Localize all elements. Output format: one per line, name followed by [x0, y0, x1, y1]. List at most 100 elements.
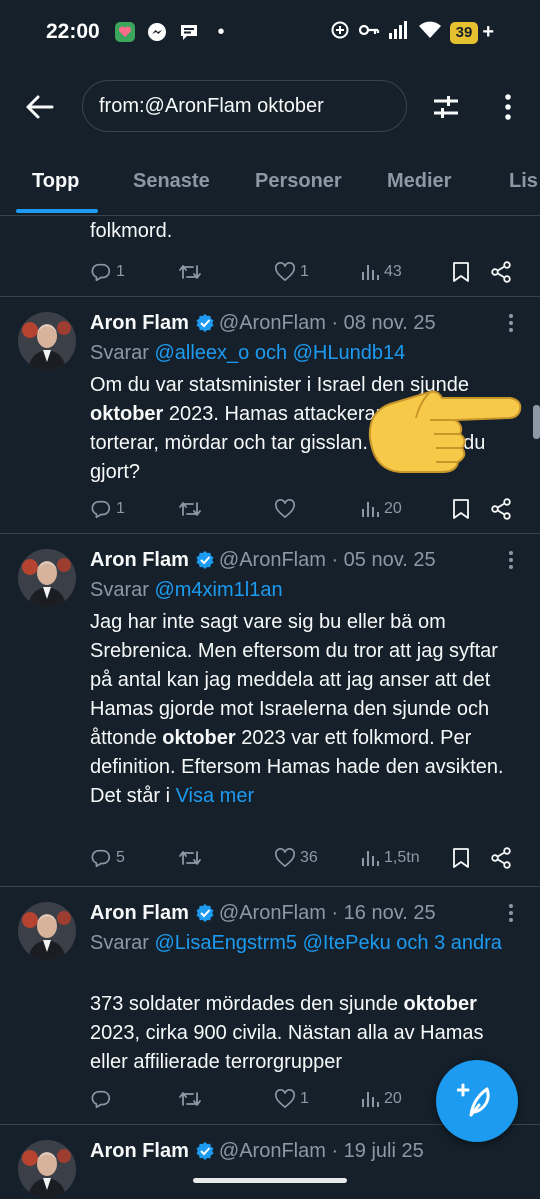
reply-prefix: Svarar: [90, 342, 155, 364]
bookmark-icon: [453, 262, 469, 282]
tweet-header: Aron Flam @AronFlam · 19 juli 25: [90, 1137, 424, 1165]
compose-icon: [457, 1083, 490, 1117]
tweet-header: Aron Flam @AronFlam · 05 nov. 25: [90, 546, 436, 574]
views-count: 20: [384, 500, 402, 517]
tab-senaste[interactable]: Senaste: [133, 170, 210, 193]
battery-charging: +: [482, 21, 494, 43]
like-button[interactable]: 1: [274, 1085, 309, 1113]
reply-mentions[interactable]: @m4xim1l1an: [154, 579, 282, 601]
more-vertical-icon[interactable]: [496, 91, 520, 123]
reply-context: Svarar @LisaEngstrm5 @ItePeku och 3 andr…: [90, 929, 510, 958]
avatar[interactable]: [18, 902, 76, 960]
share-icon: [491, 847, 511, 869]
scrollbar-thumb[interactable]: [533, 405, 540, 439]
notification-icons: •: [114, 21, 232, 43]
like-icon: [275, 262, 295, 282]
back-arrow-icon[interactable]: [22, 91, 58, 123]
repost-button[interactable]: [178, 258, 206, 286]
show-more-link[interactable]: Visa mer: [176, 785, 255, 807]
like-count: 1: [300, 263, 309, 280]
repost-icon: [179, 1092, 201, 1106]
tweet-text-highlight: oktober: [90, 403, 164, 425]
tab-topp[interactable]: Topp: [32, 170, 79, 193]
like-icon: [275, 848, 295, 868]
status-time: 22:00: [46, 20, 100, 43]
tweet-text-part: 2023, cirka 900 civila. Nästan alla av H…: [90, 1022, 484, 1073]
previous-tweet-actions: 1 1 43: [90, 258, 520, 286]
reply-count: 1: [116, 500, 125, 517]
status-bar: 22:00 • 39 +: [0, 0, 540, 68]
views-icon: [362, 1092, 379, 1107]
avatar[interactable]: [18, 312, 76, 370]
reply-button[interactable]: 1: [90, 495, 125, 523]
share-button[interactable]: [490, 495, 512, 523]
tweet-more-icon[interactable]: [502, 899, 520, 927]
author-name[interactable]: Aron Flam: [90, 549, 189, 572]
views-button[interactable]: 43: [360, 258, 402, 286]
bookmark-icon: [453, 499, 469, 519]
verified-badge-icon: [195, 313, 215, 333]
wifi-icon: [418, 20, 442, 45]
health-app-icon: [114, 21, 136, 43]
reply-prefix: Svarar: [90, 932, 155, 954]
verified-badge-icon: [195, 903, 215, 923]
share-button[interactable]: [490, 258, 512, 286]
repost-icon: [179, 265, 201, 279]
repost-icon: [179, 502, 201, 516]
repost-button[interactable]: [178, 495, 206, 523]
system-icons: 39 +: [330, 20, 494, 45]
bookmark-icon: [453, 848, 469, 868]
bookmark-button[interactable]: [452, 495, 470, 523]
tweet-text-part: 373 soldater mördades den sjunde: [90, 993, 404, 1015]
search-input[interactable]: from:@AronFlam oktober: [82, 80, 407, 132]
like-button[interactable]: [274, 495, 300, 523]
author-name[interactable]: Aron Flam: [90, 902, 189, 925]
author-handle-date: @AronFlam · 05 nov. 25: [218, 548, 436, 571]
home-indicator[interactable]: [193, 1178, 347, 1183]
reply-icon: [91, 1090, 111, 1109]
message-icon: [178, 21, 200, 43]
share-button[interactable]: [490, 844, 512, 872]
reply-button[interactable]: 5: [90, 844, 125, 872]
search-header: from:@AronFlam oktober: [0, 78, 540, 136]
like-button[interactable]: 1: [274, 258, 309, 286]
tweet-more-icon[interactable]: [502, 546, 520, 574]
avatar[interactable]: [18, 549, 76, 607]
tab-personer[interactable]: Personer: [255, 170, 342, 193]
views-count: 1,5tn: [384, 849, 420, 866]
like-icon: [275, 499, 295, 519]
views-button[interactable]: 20: [360, 495, 402, 523]
tweet-text-highlight: oktober: [403, 993, 477, 1015]
tweet-text: 373 soldater mördades den sjunde oktober…: [90, 990, 510, 1077]
views-button[interactable]: 1,5tn: [360, 844, 420, 872]
like-button[interactable]: 36: [274, 844, 318, 872]
bookmark-button[interactable]: [452, 844, 470, 872]
tab-medier[interactable]: Medier: [387, 170, 451, 193]
reply-button[interactable]: [90, 1085, 116, 1113]
tab-listor[interactable]: Lis: [509, 170, 538, 193]
filter-sliders-icon[interactable]: [430, 91, 462, 123]
vpn-key-icon: [358, 20, 380, 45]
tweet-more-icon[interactable]: [502, 309, 520, 337]
views-button[interactable]: 20: [360, 1085, 402, 1113]
author-name[interactable]: Aron Flam: [90, 312, 189, 335]
repost-button[interactable]: [178, 1085, 206, 1113]
repost-button[interactable]: [178, 844, 206, 872]
reply-mentions[interactable]: @alleex_o och @HLundb14: [154, 342, 405, 364]
bookmark-button[interactable]: [452, 258, 470, 286]
reply-mentions[interactable]: @LisaEngstrm5 @ItePeku och 3 andra: [154, 932, 501, 954]
tweet-actions: 5 36 1,5tn: [90, 844, 520, 872]
reply-count: 5: [116, 849, 125, 866]
messenger-icon: [146, 21, 168, 43]
search-tabs: Topp Senaste Personer Medier Lis: [0, 160, 540, 216]
reply-icon: [91, 849, 111, 868]
like-count: 36: [300, 849, 318, 866]
tweet[interactable]: Aron Flam @AronFlam · 05 nov. 25 Svarar …: [0, 534, 540, 884]
author-name[interactable]: Aron Flam: [90, 1140, 189, 1163]
compose-button[interactable]: [436, 1060, 518, 1142]
author-handle-date: @AronFlam · 08 nov. 25: [218, 311, 436, 334]
tweet-timeline[interactable]: folkmord. 1 1 43 Aron Flam @AronFlam · 0…: [0, 216, 540, 1199]
reply-button[interactable]: 1: [90, 258, 125, 286]
avatar[interactable]: [18, 1140, 76, 1198]
tweet-text: Jag har inte sagt vare sig bu eller bä o…: [90, 608, 510, 811]
